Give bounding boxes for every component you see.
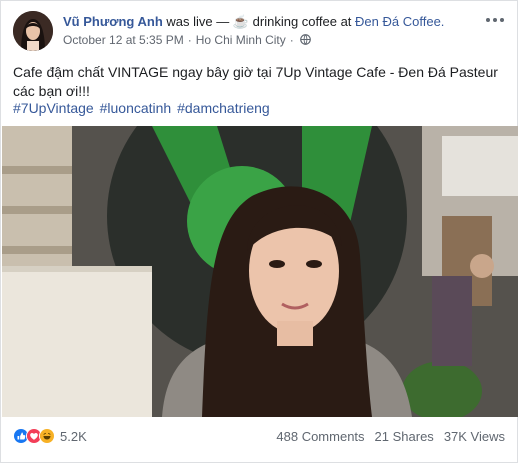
live-video-player[interactable]	[2, 126, 518, 417]
activity-line: Vũ Phương Anh was live — ☕ drinking coff…	[63, 13, 475, 30]
reactions-summary[interactable]: 5.2K	[13, 428, 87, 444]
activity-text: was live — ☕ drinking coffee at	[162, 14, 356, 29]
author-name[interactable]: Vũ Phương Anh	[63, 14, 163, 29]
avatar[interactable]	[13, 11, 53, 51]
meta-line: October 12 at 5:35 PM · Ho Chi Minh City ·	[63, 33, 475, 48]
hashtag-link[interactable]: #damchatrieng	[177, 100, 270, 116]
meta-separator: ·	[289, 33, 294, 47]
place-link[interactable]: Đen Đá Coffee.	[355, 14, 444, 29]
more-options-icon[interactable]	[485, 13, 505, 27]
video-frame	[2, 126, 518, 417]
post-location[interactable]: Ho Chi Minh City	[196, 33, 286, 47]
post-message: Cafe đậm chất VINTAGE ngay bây giờ tại 7…	[13, 64, 498, 99]
post-date[interactable]: October 12 at 5:35 PM	[63, 33, 184, 47]
comments-count[interactable]: 488 Comments	[276, 429, 364, 444]
shares-count[interactable]: 21 Shares	[375, 429, 434, 444]
post-stats: 488 Comments 21 Shares 37K Views	[276, 429, 505, 444]
views-count[interactable]: 37K Views	[444, 429, 505, 444]
reaction-count: 5.2K	[60, 428, 87, 444]
post-card: Vũ Phương Anh was live — ☕ drinking coff…	[0, 0, 518, 463]
globe-icon[interactable]	[299, 34, 311, 45]
post-footer: 5.2K 488 Comments 21 Shares 37K Views	[13, 424, 505, 450]
hashtag-link[interactable]: #luoncatinh	[100, 100, 172, 116]
header-text: Vũ Phương Anh was live — ☕ drinking coff…	[63, 13, 475, 48]
post-header: Vũ Phương Anh was live — ☕ drinking coff…	[13, 11, 505, 53]
hashtag-link[interactable]: #7UpVintage	[13, 100, 94, 116]
hashtag-list: #7UpVintage #luoncatinh #damchatrieng	[13, 99, 505, 118]
haha-icon	[39, 428, 55, 444]
meta-separator: ·	[187, 33, 192, 47]
